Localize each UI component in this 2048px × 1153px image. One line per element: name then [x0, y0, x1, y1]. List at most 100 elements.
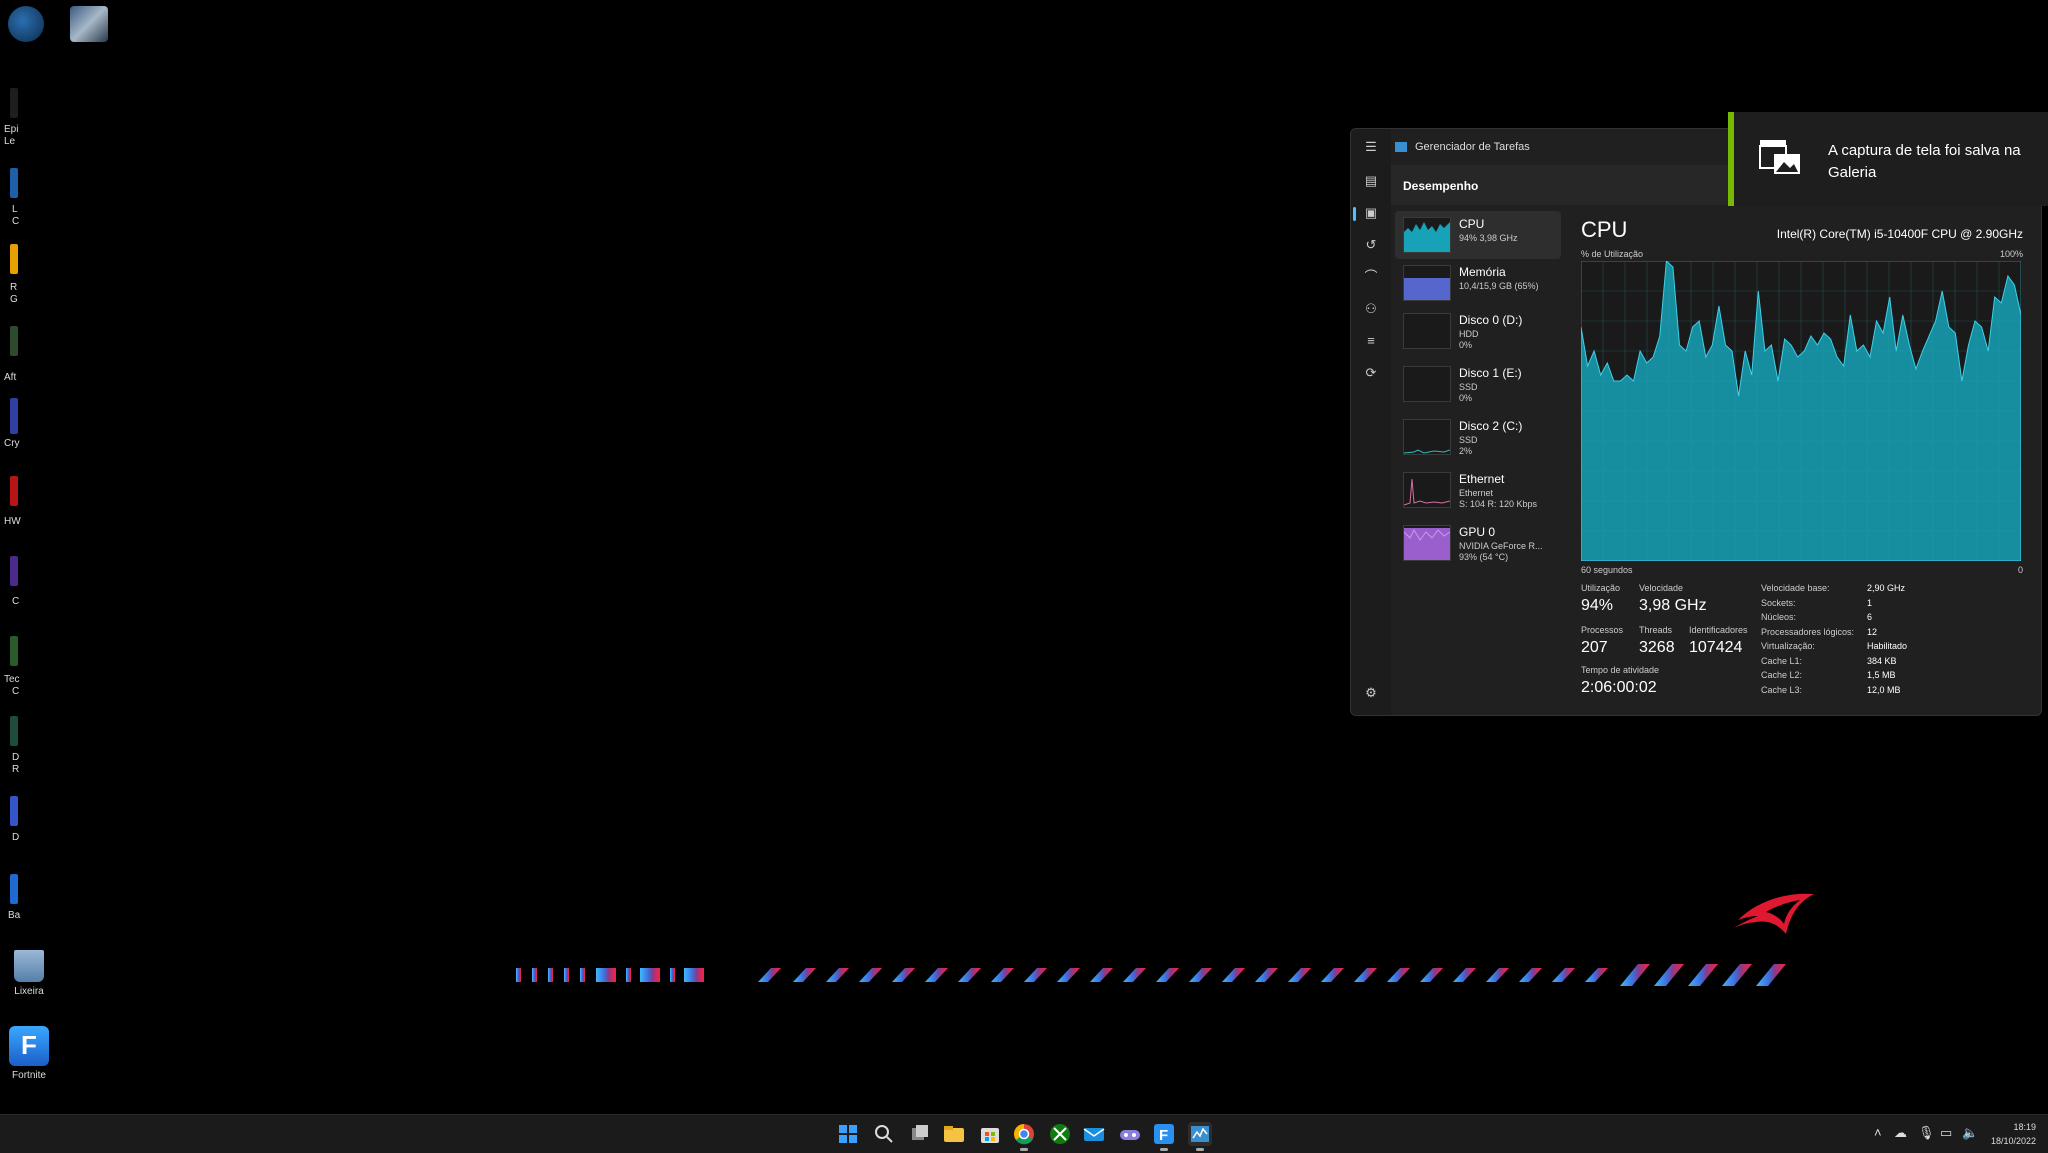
sidebar-item-memory[interactable]: Memória 10,4/15,9 GB (65%) [1395, 259, 1561, 307]
app-history-icon[interactable]: ↺ [1361, 235, 1381, 255]
gpu-0-thumbnail [1403, 525, 1451, 561]
sidebar-item-disk-2[interactable]: Disco 2 (C:) SSD 2% [1395, 413, 1561, 461]
sidebar-item-gpu-0[interactable]: GPU 0 NVIDIA GeForce R... 93% (54 °C) [1395, 519, 1561, 567]
cpu-heading: CPU [1581, 217, 1628, 242]
spec-value: 384 KB [1867, 655, 1897, 666]
utilization-value: 94% [1581, 597, 1614, 614]
task-view-button[interactable] [908, 1122, 932, 1146]
task-manager-window[interactable]: ☰ ▤ ▣ ↺ ⌒ ⚇ ≡ ⟳ ⚙ Gerenciador de Tarefas… [1350, 128, 2042, 716]
recycle-bin-icon [14, 950, 44, 982]
spec-label: Cache L1: [1761, 655, 1803, 666]
screenshot-saved-toast[interactable]: A captura de tela foi salva na Galeria [1728, 112, 2048, 206]
file-explorer-button[interactable] [942, 1122, 966, 1146]
desktop-icon-label: Fortnite [12, 1070, 46, 1081]
fortnite-taskbar-button[interactable]: F [1152, 1122, 1176, 1151]
users-icon[interactable]: ⚇ [1361, 299, 1381, 319]
sidebar-item-name: Disco 1 (E:) [1459, 366, 1522, 380]
spec-label: Cache L3: [1761, 684, 1803, 695]
settings-icon[interactable]: ⚙ [1361, 683, 1381, 703]
recycle-bin-desktop-icon[interactable]: Lixeira [0, 950, 64, 997]
stat-label: Processos [1581, 625, 1624, 635]
spec-label: Núcleos: [1761, 612, 1797, 622]
sidebar-item-disk-0[interactable]: Disco 0 (D:) HDD 0% [1395, 307, 1561, 355]
system-clock[interactable]: 18:19 18/10/2022 [1991, 1120, 2036, 1148]
desktop-icon-label[interactable]: HW [4, 516, 21, 527]
details-icon[interactable]: ≡ [1361, 331, 1381, 351]
spec-value: Habilitado [1867, 641, 1908, 651]
performance-icon[interactable]: ▣ [1361, 203, 1381, 223]
xbox-button[interactable] [1048, 1122, 1072, 1146]
desktop-icon-label[interactable]: D [12, 752, 19, 763]
utilization-axis-label: % de Utilização [1581, 249, 1644, 259]
spec-value: 12,0 MB [1867, 684, 1901, 695]
desktop-icon-label[interactable]: D [12, 832, 19, 843]
desktop-icon-label[interactable]: L [12, 204, 18, 215]
cloud-icon[interactable]: ☁ [1894, 1125, 1907, 1141]
services-icon[interactable]: ⟳ [1361, 363, 1381, 383]
sidebar-item-usage: 93% (54 °C) [1459, 552, 1509, 562]
desktop-icon-label: Lixeira [14, 986, 44, 997]
desktop-icon-label[interactable]: Le [4, 136, 15, 147]
spec-value: 1 [1867, 597, 1873, 608]
startup-apps-icon[interactable]: ⌒ [1361, 267, 1381, 287]
spec-label: Processadores lógicos: [1761, 626, 1855, 637]
sidebar-item-name: Ethernet [1459, 472, 1505, 486]
desktop-icon-label[interactable]: C [12, 596, 19, 607]
task-manager-taskbar-button[interactable] [1188, 1122, 1212, 1151]
store-icon [981, 1128, 999, 1143]
spec-label: Cache L2: [1761, 670, 1803, 680]
folder-icon [944, 1126, 964, 1142]
svg-text:F: F [1159, 1127, 1168, 1144]
game-desktop-icon[interactable] [70, 6, 108, 42]
windows-icon [839, 1125, 857, 1143]
navigation-rail: ☰ ▤ ▣ ↺ ⌒ ⚇ ≡ ⟳ ⚙ [1351, 129, 1391, 715]
sidebar-item-usage: 0% [1459, 393, 1473, 403]
stat-label: Tempo de atividade [1581, 665, 1660, 675]
sidebar-item-ethernet[interactable]: Ethernet Ethernet S: 104 R: 120 Kbps [1395, 466, 1561, 514]
menu-icon[interactable]: ☰ [1361, 137, 1381, 157]
sidebar-item-usage: 2% [1459, 446, 1473, 456]
handles-value: 107424 [1689, 639, 1743, 656]
desktop-icon-label[interactable]: G [10, 294, 18, 305]
processes-icon[interactable]: ▤ [1361, 171, 1381, 191]
sidebar-item-detail: 10,4/15,9 GB (65%) [1459, 281, 1539, 291]
microphone-icon[interactable]: 🎙 [1918, 1125, 1935, 1141]
uptime-value: 2:06:00:02 [1581, 679, 1657, 696]
sidebar-item-cpu[interactable]: CPU 94% 3,98 GHz [1395, 211, 1561, 259]
start-button[interactable] [836, 1122, 860, 1146]
stat-label: Utilização [1581, 583, 1621, 593]
desktop-icon-label[interactable]: Tec [4, 674, 20, 685]
search-button[interactable] [872, 1122, 896, 1146]
sidebar-item-detail: NVIDIA GeForce R... [1459, 541, 1543, 551]
desktop-icon-label[interactable]: R [12, 764, 19, 775]
chrome-button[interactable] [1012, 1122, 1036, 1151]
sidebar-item-disk-1[interactable]: Disco 1 (E:) SSD 0% [1395, 360, 1561, 408]
clock-date: 18/10/2022 [1990, 1136, 2036, 1146]
window-title: Gerenciador de Tarefas [1395, 141, 1530, 153]
chevron-up-icon[interactable]: ˄ [1874, 1125, 1882, 1140]
gallery-icon [1759, 140, 1800, 174]
spec-label: Sockets: [1761, 597, 1796, 608]
cpu-thumbnail [1403, 217, 1451, 253]
desktop-icon-label[interactable]: Epi [4, 124, 18, 135]
task-manager-app-icon [1395, 142, 1407, 153]
spec-label: Velocidade base: [1761, 583, 1830, 593]
desktop-icon-label[interactable]: Ba [8, 910, 20, 921]
desktop-icon-label[interactable]: C [12, 216, 19, 227]
volume-icon[interactable]: 🔈 [1962, 1125, 1978, 1141]
cpu-utilization-graph [1581, 261, 2021, 561]
desktop-icon-label[interactable]: R [10, 282, 17, 293]
time-axis-label: 60 segundos [1581, 565, 1633, 575]
mail-button[interactable] [1082, 1122, 1106, 1146]
fortnite-icon: F [1154, 1124, 1174, 1144]
desktop-icon-label[interactable]: C [12, 686, 19, 697]
network-icon[interactable]: ▭ [1940, 1125, 1952, 1141]
fortnite-desktop-icon[interactable]: F Fortnite [0, 1026, 64, 1081]
selected-indicator [1353, 207, 1356, 221]
threads-value: 3268 [1639, 639, 1675, 656]
desktop-icon-label[interactable]: Aft [4, 372, 16, 383]
game-controller-button[interactable] [1118, 1122, 1142, 1146]
steam-desktop-icon[interactable] [8, 6, 44, 42]
microsoft-store-button[interactable] [978, 1122, 1002, 1146]
desktop-icon-label[interactable]: Cry [4, 438, 20, 449]
